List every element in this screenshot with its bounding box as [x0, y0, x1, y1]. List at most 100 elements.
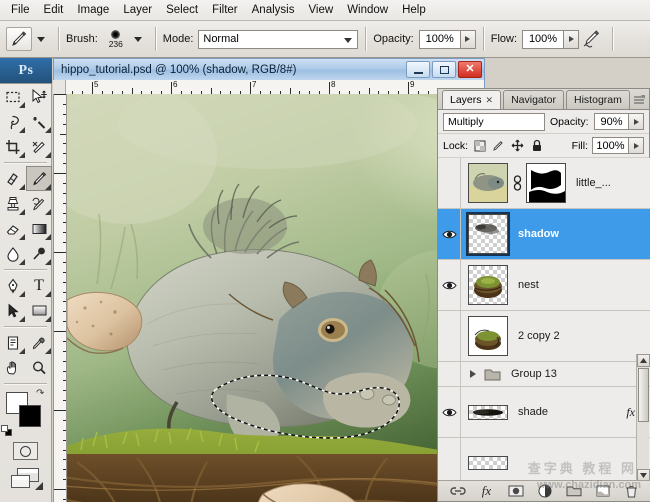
layer-thumbnail[interactable] — [468, 214, 508, 254]
zoom-tool[interactable] — [26, 355, 52, 380]
layer-visibility-toggle[interactable] — [438, 362, 461, 386]
notes-tool[interactable] — [0, 330, 26, 355]
layer-opacity-slider-button[interactable] — [629, 113, 644, 130]
eraser-tool[interactable] — [0, 216, 26, 241]
type-tool[interactable]: T — [26, 273, 52, 298]
gradient-tool[interactable] — [26, 216, 52, 241]
brush-preview[interactable]: 236 — [103, 30, 129, 49]
fill-input[interactable]: 100% — [592, 137, 629, 154]
horizontal-ruler[interactable]: 56789 — [53, 80, 485, 94]
blur-tool[interactable] — [0, 241, 26, 266]
panel-menu-icon[interactable] — [632, 93, 646, 107]
menu-window[interactable]: Window — [340, 2, 395, 19]
opacity-input[interactable]: 100% — [419, 30, 461, 49]
layer-row[interactable]: 2 copy 2 — [438, 311, 650, 362]
layer-row[interactable]: shade fx — [438, 387, 650, 438]
layer-visibility-toggle[interactable] — [438, 158, 461, 208]
layer-list[interactable]: little_... sha — [438, 158, 650, 482]
tab-layers[interactable]: Layers ✕ — [442, 90, 501, 109]
screen-mode-icon[interactable] — [11, 468, 41, 490]
layer-style-fx-icon[interactable]: fx — [478, 484, 495, 499]
layer-row[interactable]: shadow — [438, 209, 650, 260]
healing-brush-tool[interactable] — [0, 166, 26, 191]
history-brush-tool[interactable] — [26, 191, 52, 216]
new-layer-icon[interactable] — [594, 484, 611, 499]
flow-input[interactable]: 100% — [522, 30, 564, 49]
close-icon[interactable]: ✕ — [486, 95, 494, 106]
new-adjustment-layer-icon[interactable] — [536, 484, 553, 499]
document-titlebar[interactable]: hippo_tutorial.psd @ 100% (shadow, RGB/8… — [53, 58, 485, 80]
lock-image-icon[interactable] — [492, 139, 505, 152]
hand-tool[interactable] — [0, 355, 26, 380]
close-button[interactable]: ✕ — [458, 61, 482, 78]
tool-preset-picker-arrow[interactable] — [37, 37, 45, 42]
layer-opacity-input[interactable]: 90% — [594, 113, 630, 130]
menu-layer[interactable]: Layer — [116, 2, 159, 19]
menu-help[interactable]: Help — [395, 2, 433, 19]
layer-mask-thumbnail[interactable] — [526, 163, 566, 203]
ruler-corner[interactable] — [53, 80, 66, 94]
lock-transparency-icon[interactable] — [473, 139, 486, 152]
pen-tool[interactable] — [0, 273, 26, 298]
brush-tool[interactable] — [26, 166, 52, 191]
slice-tool[interactable] — [26, 134, 52, 159]
magic-wand-tool[interactable] — [26, 109, 52, 134]
group-disclosure-triangle-icon[interactable] — [470, 370, 476, 378]
layer-thumbnail[interactable] — [468, 316, 508, 356]
layer-thumbnail[interactable] — [468, 163, 508, 203]
layers-scrollbar[interactable] — [636, 354, 649, 482]
layer-row[interactable] — [438, 438, 650, 482]
layer-visibility-toggle[interactable] — [438, 387, 461, 437]
layer-visibility-toggle[interactable] — [438, 311, 461, 361]
brush-picker-arrow[interactable] — [134, 37, 142, 42]
flow-slider-button[interactable] — [564, 30, 579, 49]
delete-layer-icon[interactable] — [623, 484, 640, 499]
image-canvas[interactable]: 思缘设计论坛 WWW.MISSYUAN.COM — [66, 94, 484, 502]
rectangular-marquee-tool[interactable] — [0, 84, 26, 109]
tab-navigator[interactable]: Navigator — [503, 90, 564, 109]
link-layers-icon[interactable] — [449, 484, 466, 499]
clone-stamp-tool[interactable] — [0, 191, 26, 216]
maximize-button[interactable] — [432, 61, 456, 78]
scrollbar-thumb[interactable] — [638, 368, 649, 422]
quick-mask-icon[interactable] — [13, 442, 38, 460]
layer-row[interactable]: Group 13 — [438, 362, 650, 387]
layer-visibility-toggle[interactable] — [438, 438, 461, 482]
layer-visibility-toggle[interactable] — [438, 260, 461, 310]
move-tool[interactable] — [26, 84, 52, 109]
add-layer-mask-icon[interactable] — [507, 484, 524, 499]
menu-select[interactable]: Select — [159, 2, 205, 19]
opacity-slider-button[interactable] — [461, 30, 476, 49]
vertical-ruler[interactable] — [53, 94, 66, 502]
minimize-button[interactable] — [406, 61, 430, 78]
menu-view[interactable]: View — [301, 2, 340, 19]
tab-histogram[interactable]: Histogram — [566, 90, 630, 109]
layer-thumbnail[interactable] — [468, 456, 508, 470]
blend-mode-select[interactable]: Normal — [198, 30, 358, 49]
lasso-tool[interactable] — [0, 109, 26, 134]
menu-image[interactable]: Image — [70, 2, 116, 19]
layer-thumbnail[interactable] — [468, 265, 508, 305]
lock-all-icon[interactable] — [530, 139, 543, 152]
layer-row[interactable]: nest — [438, 260, 650, 311]
airbrush-icon[interactable] — [579, 27, 605, 51]
eyedropper-tool[interactable] — [26, 330, 52, 355]
menu-filter[interactable]: Filter — [205, 2, 245, 19]
rectangle-shape-tool[interactable] — [26, 298, 52, 323]
default-colors-icon[interactable] — [1, 425, 12, 436]
menu-file[interactable]: File — [4, 2, 37, 19]
layer-thumbnail[interactable] — [468, 405, 508, 420]
layer-row[interactable]: little_... — [438, 158, 650, 209]
menu-edit[interactable]: Edit — [37, 2, 71, 19]
layer-fx-indicator[interactable]: fx — [626, 405, 635, 420]
swap-colors-icon[interactable]: ↷ — [36, 388, 47, 399]
menu-analysis[interactable]: Analysis — [245, 2, 302, 19]
path-selection-tool[interactable] — [0, 298, 26, 323]
layer-blend-mode-select[interactable]: Multiply — [443, 113, 545, 131]
background-color-swatch[interactable] — [19, 405, 41, 427]
fill-slider-button[interactable] — [629, 137, 644, 154]
crop-tool[interactable] — [0, 134, 26, 159]
link-layers-icon[interactable] — [512, 174, 523, 192]
dodge-tool[interactable] — [26, 241, 52, 266]
layer-visibility-toggle[interactable] — [438, 209, 461, 259]
